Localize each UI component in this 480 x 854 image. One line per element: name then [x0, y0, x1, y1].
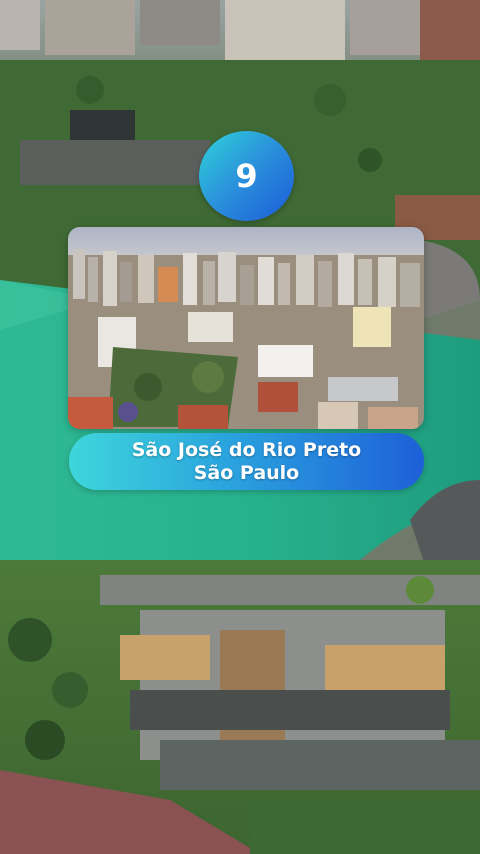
rank-badge: 9: [199, 131, 294, 221]
city-caption: São José do Rio Preto São Paulo: [69, 433, 424, 490]
state-name: São Paulo: [193, 461, 300, 484]
rank-number: 9: [235, 157, 258, 195]
city-skyline-image: [68, 227, 424, 429]
city-photo: [68, 227, 424, 429]
video-frame: 9 São José do Rio Preto São Paulo: [0, 0, 480, 854]
city-name: São José do Rio Preto: [131, 438, 362, 461]
